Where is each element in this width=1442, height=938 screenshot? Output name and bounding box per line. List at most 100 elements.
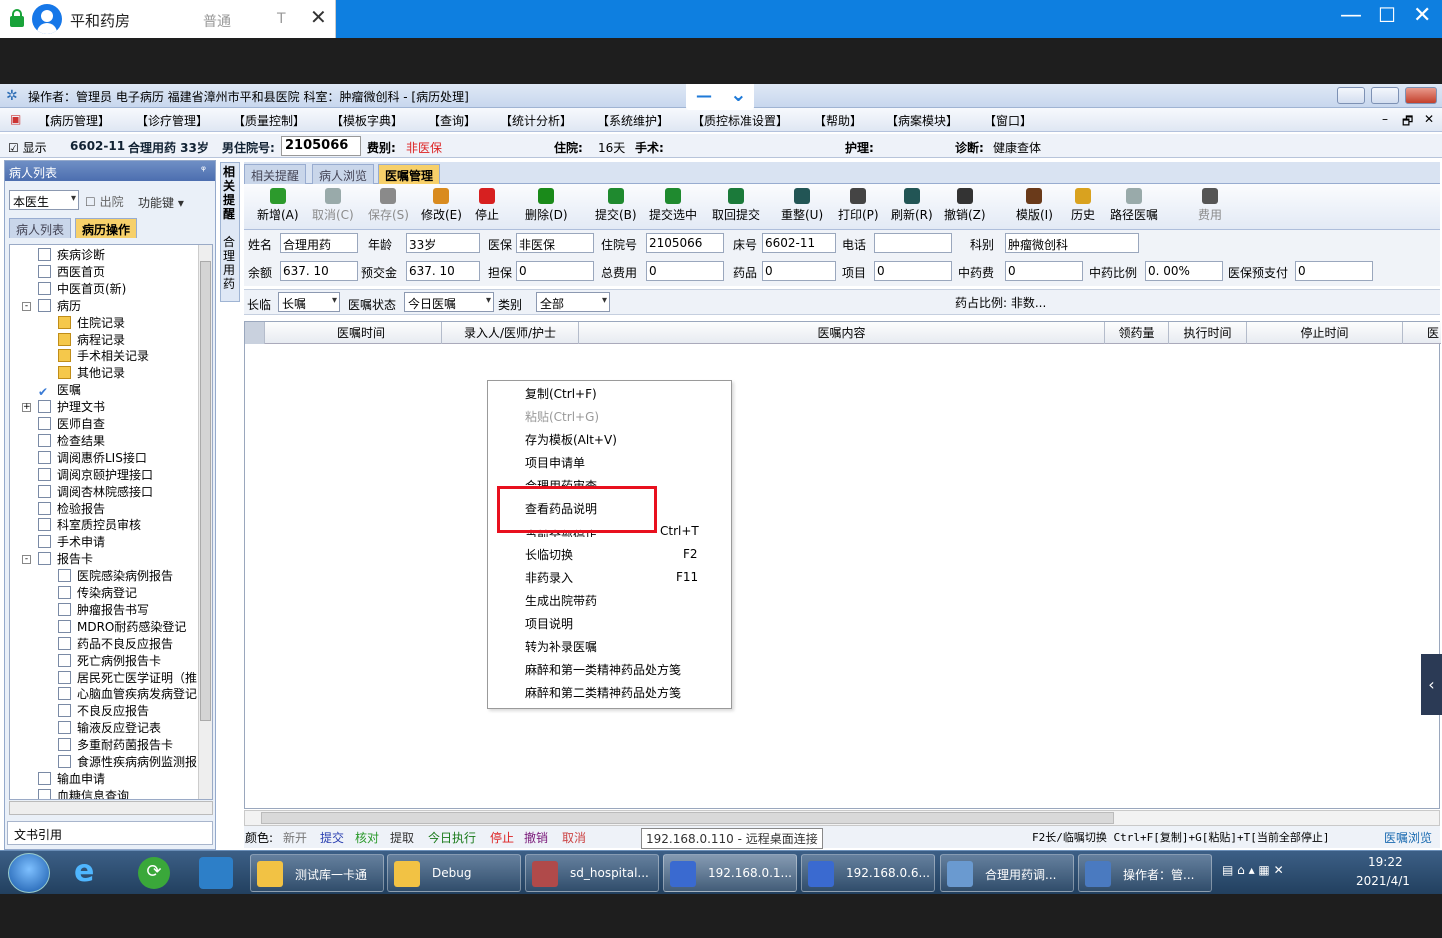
context-menu-item[interactable]: 转为补录医嘱 <box>525 638 597 656</box>
toolbar-button[interactable]: 提交选中 <box>649 188 697 223</box>
mdi-minimize-icon[interactable]: – <box>1382 112 1388 126</box>
toolbar-button[interactable]: 删除(D) <box>525 188 568 223</box>
tree-item[interactable]: 血糖信息查询 <box>38 788 129 799</box>
context-menu-item[interactable]: 长临切换 <box>525 546 573 564</box>
tree-item[interactable]: 护理文书 <box>38 399 105 416</box>
tree-item[interactable]: 输血申请 <box>38 771 105 788</box>
cm-ratio-field[interactable]: 0. 00% <box>1145 261 1223 281</box>
col-exec-time[interactable]: 执行时间 <box>1169 322 1247 344</box>
menu-query[interactable]: 【查询】 <box>428 112 476 129</box>
deposit-field[interactable]: 637. 10 <box>406 261 480 281</box>
col-quantity[interactable]: 领药量 <box>1105 322 1169 344</box>
tree-item[interactable]: 肿瘤报告书写 <box>58 602 149 619</box>
mdi-close-icon[interactable]: ✕ <box>1424 112 1434 126</box>
adm-field[interactable]: 2105066 <box>646 233 724 253</box>
app-close-button[interactable] <box>1405 87 1437 104</box>
context-menu-item[interactable]: 粘贴(Ctrl+G) <box>525 408 599 426</box>
side-chevron-left-icon[interactable]: ‹ <box>1421 654 1442 715</box>
minimize-icon[interactable]: — <box>1340 3 1362 28</box>
vtab-reminder[interactable]: 相关提醒 <box>223 165 238 221</box>
remote-tab[interactable]: 平和药房 普通 T ✕ <box>0 0 336 38</box>
tree-item[interactable]: 食源性疾病病例监测报 <box>58 754 197 771</box>
doctor-select[interactable]: 本医生 <box>9 190 79 210</box>
tree-item[interactable]: 医院感染病例报告 <box>58 568 173 585</box>
tree-item[interactable]: 药品不良反应报告 <box>58 636 173 653</box>
toolbar-button[interactable]: 历史 <box>1071 188 1095 223</box>
context-menu-item[interactable]: 生成出院带药 <box>525 592 597 610</box>
context-menu-item[interactable]: 项目说明 <box>525 615 573 633</box>
toolbar-button[interactable]: 打印(P) <box>838 188 879 223</box>
col-stop-time[interactable]: 停止时间 <box>1247 322 1403 344</box>
collapse-icon[interactable]: - <box>22 555 31 565</box>
col-extra[interactable]: 医 <box>1403 322 1441 344</box>
tab-patient-browse[interactable]: 病人浏览 <box>312 164 375 184</box>
context-menu-item[interactable]: 存为模板(Alt+V) <box>525 431 617 449</box>
item-fee-field[interactable]: 0 <box>874 261 952 281</box>
remote-mode-label[interactable]: 普通 <box>203 11 231 31</box>
app-restore-button[interactable] <box>1371 87 1399 104</box>
taskbar-item[interactable]: 192.168.0.1... <box>663 854 797 892</box>
name-field[interactable]: 合理用药 <box>280 233 358 253</box>
tree-item[interactable]: 调阅惠侨LIS接口 <box>38 450 147 467</box>
tree-item[interactable]: 其他记录 <box>58 365 125 382</box>
drug-fee-field[interactable]: 0 <box>762 261 836 281</box>
col-order-time[interactable]: 医嘱时间 <box>265 322 442 344</box>
toolbar-button[interactable]: 路径医嘱 <box>1110 188 1158 223</box>
network-app-icon[interactable] <box>199 857 233 889</box>
maximize-icon[interactable]: ☐ <box>1378 3 1396 27</box>
tree-item[interactable]: 调阅京颐护理接口 <box>38 467 153 484</box>
tree-item[interactable]: 调阅杏林院感接口 <box>38 484 153 501</box>
col-entered-by[interactable]: 录入人/医师/护士 <box>442 322 579 344</box>
tree-item[interactable]: 科室质控员审核 <box>38 517 141 534</box>
toolbar-button[interactable]: 费用 <box>1198 188 1222 223</box>
dept-field[interactable]: 肿瘤微创科 <box>1005 233 1139 253</box>
context-menu-item[interactable]: 项目申请单 <box>525 454 585 472</box>
tree-item[interactable]: 手术相关记录 <box>58 348 149 365</box>
tree-item[interactable]: 检查结果 <box>38 433 105 450</box>
taskbar-item[interactable]: sd_hospital... <box>525 854 659 892</box>
tree-item[interactable]: MDRO耐药感染登记 <box>58 619 186 636</box>
pin-icon[interactable]: ᵠ <box>201 163 206 177</box>
toolbar-button[interactable]: 修改(E) <box>421 188 462 223</box>
clock-time[interactable]: 19:22 <box>1368 855 1403 869</box>
phone-field[interactable] <box>874 233 952 253</box>
age-field[interactable]: 33岁 <box>406 233 480 253</box>
order-browse-link[interactable]: 医嘱浏览 <box>1384 829 1432 846</box>
tree-hscroll[interactable] <box>9 801 213 815</box>
tab-reminder[interactable]: 相关提醒 <box>244 164 307 184</box>
toolbar-button[interactable]: 提交(B) <box>595 188 637 223</box>
toolbar-button[interactable]: 刷新(R) <box>891 188 933 223</box>
guarantee-field[interactable]: 0 <box>516 261 594 281</box>
tree-item[interactable]: 检验报告 <box>38 501 105 518</box>
taskbar-item[interactable]: 合理用药调... <box>940 854 1074 892</box>
taskbar-item[interactable]: 测试库一卡通 <box>250 854 384 892</box>
refresh-app-icon[interactable]: ⟳ <box>138 857 170 889</box>
bed-field[interactable]: 6602-11 <box>762 233 836 253</box>
balance-field[interactable]: 637. 10 <box>280 261 358 281</box>
tree-item[interactable]: 输液反应登记表 <box>58 720 161 737</box>
toolbar-button[interactable]: 取回提交 <box>712 188 760 223</box>
order-status-select[interactable]: 今日医嘱 <box>404 292 494 312</box>
taskbar-item[interactable]: 192.168.0.6... <box>801 854 935 892</box>
context-menu-item[interactable]: 麻醉和第一类精神药品处方笺 <box>525 661 681 679</box>
menu-system[interactable]: 【系统维护】 <box>597 112 669 129</box>
tree-item[interactable]: 传染病登记 <box>58 585 137 602</box>
tree-item[interactable]: 心脑血管疾病发病登记 <box>58 686 197 703</box>
menu-help[interactable]: 【帮助】 <box>814 112 862 129</box>
window-close-icon[interactable]: ✕ <box>1413 3 1431 28</box>
tree-item[interactable]: 居民死亡医学证明（推 <box>58 670 197 687</box>
taskbar-item[interactable]: 操作者：管... <box>1078 854 1212 892</box>
collapse-icon[interactable]: - <box>22 301 31 311</box>
menu-case[interactable]: 【病案模块】 <box>886 112 958 129</box>
tree-item[interactable]: 医师自查 <box>38 416 105 433</box>
chevron-down-icon[interactable]: ⌄ <box>730 82 747 106</box>
insurance-field[interactable]: 非医保 <box>516 233 594 253</box>
tree-item[interactable]: ✔ 医嘱 <box>38 382 81 400</box>
tree-item[interactable]: 住院记录 <box>58 315 125 332</box>
mdi-restore-icon[interactable]: 🗗 <box>1402 112 1413 133</box>
tree-item[interactable]: 不良反应报告 <box>58 703 149 720</box>
tree-item[interactable]: 死亡病例报告卡 <box>58 653 161 670</box>
app-minimize-button[interactable] <box>1337 87 1365 104</box>
menu-window[interactable]: 【窗口】 <box>984 112 1032 129</box>
tab-order-management[interactable]: 医嘱管理 <box>378 164 441 184</box>
